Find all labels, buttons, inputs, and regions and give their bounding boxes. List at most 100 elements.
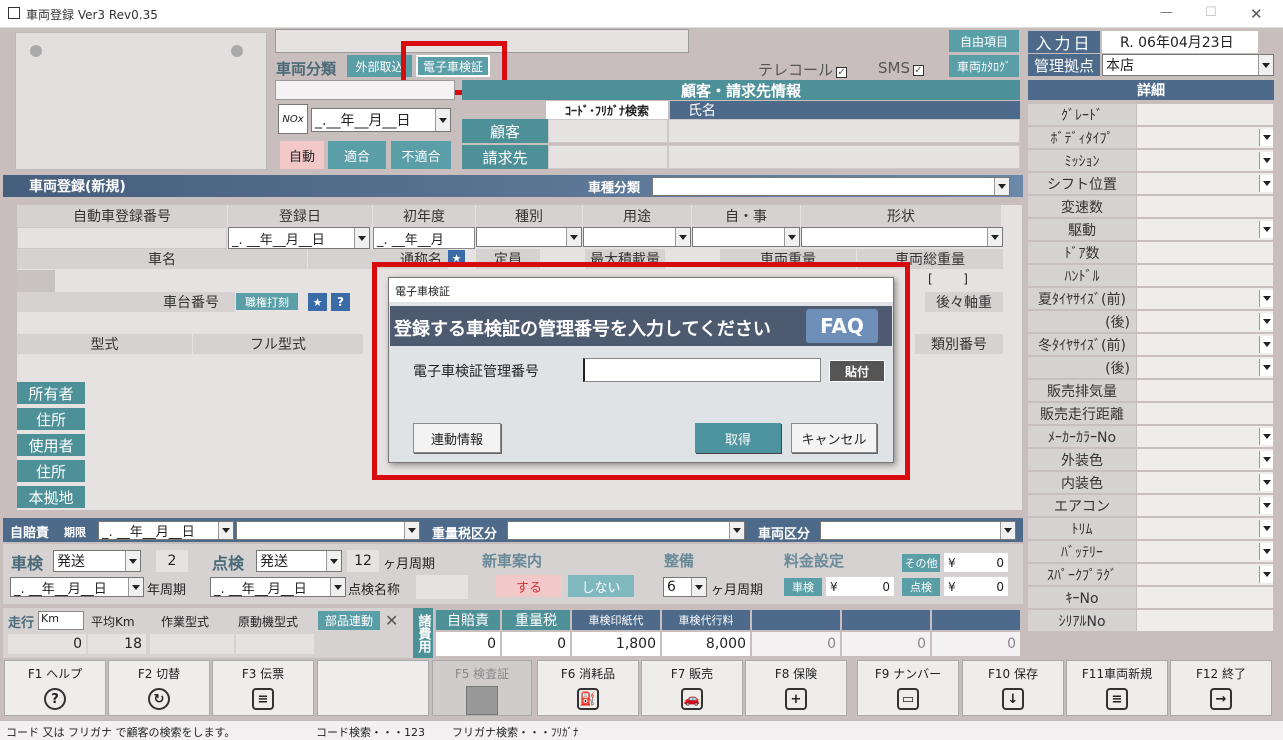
stamp-button[interactable]: 職権打刻 (236, 293, 298, 310)
detail-value[interactable] (1137, 380, 1273, 401)
fee-tenken-button[interactable]: 点検 (902, 578, 940, 596)
fkey-button[interactable]: F11車両新規 ≡ (1066, 660, 1168, 716)
minimize-icon[interactable]: — (1160, 5, 1173, 20)
detail-value[interactable] (1137, 265, 1273, 286)
close-icon[interactable]: ✕ (1250, 5, 1263, 23)
chevron-down-icon[interactable] (1259, 152, 1273, 169)
parts-close-icon[interactable]: ✕ (385, 611, 398, 630)
customer-name[interactable] (668, 119, 1020, 143)
fkey-button[interactable]: F9 ナンバー ▭ (857, 660, 959, 716)
chevron-down-icon[interactable] (1259, 474, 1273, 491)
maximize-icon[interactable]: ☐ (1205, 5, 1217, 20)
detail-value[interactable] (1137, 173, 1273, 194)
nofit-button[interactable]: 不適合 (391, 141, 451, 169)
fkey-button[interactable]: F7 販売 🚗 (641, 660, 743, 716)
cost-value[interactable]: 1,800 (572, 632, 660, 656)
fee-tenken-value[interactable]: ¥0 (944, 577, 1008, 596)
cost-value[interactable]: 0 (752, 632, 840, 656)
gross-weight-field[interactable]: [ ] (928, 272, 998, 288)
chevron-down-icon[interactable] (1259, 359, 1273, 376)
avg-value[interactable]: 18 (88, 634, 146, 654)
run-value[interactable]: 0 (8, 634, 86, 654)
detail-value[interactable] (1137, 495, 1273, 516)
help-icon[interactable]: ? (331, 293, 350, 311)
chevron-down-icon[interactable] (1259, 290, 1273, 307)
auto-button[interactable]: 自動 (280, 141, 324, 169)
detail-value[interactable] (1137, 357, 1273, 378)
cost-value[interactable]: 0 (842, 632, 930, 656)
chevron-down-icon[interactable] (1259, 497, 1273, 514)
billing-name[interactable] (668, 145, 1020, 169)
reg-date-select[interactable]: _. __年__月__日 (228, 227, 370, 249)
chevron-down-icon[interactable] (1259, 543, 1273, 560)
nox-date-select[interactable]: _.__年__月__日 (311, 108, 451, 132)
detail-value[interactable] (1137, 104, 1273, 125)
shaken-cycle[interactable]: 2 (156, 550, 188, 572)
shaken-date-select[interactable]: _. __年__月__日 (10, 577, 144, 597)
faq-button[interactable]: FAQ (806, 309, 878, 343)
chevron-down-icon[interactable] (1259, 428, 1273, 445)
fkey-button[interactable]: F10 保存 ↓ (962, 660, 1064, 716)
chevron-down-icon[interactable] (1259, 520, 1273, 537)
maint-select[interactable]: 6 (663, 577, 707, 597)
detail-value[interactable] (1137, 242, 1273, 263)
detail-value[interactable] (1137, 426, 1273, 447)
fkey-button[interactable]: F2 切替 ↻ (108, 660, 210, 716)
billing-code[interactable] (548, 145, 668, 169)
insurance-extra-select[interactable] (236, 521, 420, 540)
new-car-yes-button[interactable]: する (496, 575, 562, 597)
telecall-checkbox[interactable]: ✓ (836, 67, 848, 78)
chassis-star-icon[interactable]: ★ (308, 293, 327, 311)
get-button[interactable]: 取得 (695, 423, 781, 453)
first-year-field[interactable]: _. __年__月 (373, 227, 475, 249)
chevron-down-icon[interactable] (1259, 313, 1273, 330)
fkey-button[interactable]: F5 検査証 (432, 660, 532, 716)
car-name-code[interactable] (17, 270, 55, 292)
detail-value[interactable] (1137, 587, 1273, 608)
vehicle-photo[interactable] (15, 32, 267, 170)
detail-value[interactable] (1137, 449, 1273, 470)
fit-button[interactable]: 適合 (328, 141, 386, 169)
cost-value[interactable]: 8,000 (662, 632, 750, 656)
fee-other-button[interactable]: その他 (902, 554, 940, 572)
detail-value[interactable] (1137, 610, 1273, 631)
chevron-down-icon[interactable] (1259, 451, 1273, 468)
tenken-send-select[interactable]: 発送 (256, 550, 342, 572)
customer-code[interactable] (548, 119, 668, 143)
detail-value[interactable] (1137, 288, 1273, 309)
fee-shaken-value[interactable]: ¥0 (826, 577, 894, 596)
chevron-down-icon[interactable] (1259, 336, 1273, 353)
shaken-send-select[interactable]: 発送 (53, 550, 141, 572)
detail-value[interactable] (1137, 403, 1273, 424)
detail-value[interactable] (1137, 518, 1273, 539)
insurance-date-select[interactable]: _. __年__月__日 (98, 521, 234, 540)
detail-value[interactable] (1137, 472, 1273, 493)
detail-value[interactable] (1137, 150, 1273, 171)
fee-other-value[interactable]: ¥0 (944, 553, 1008, 572)
cancel-button[interactable]: キャンセル (791, 423, 877, 453)
cost-value[interactable]: 0 (502, 632, 570, 656)
detail-value[interactable] (1137, 564, 1273, 585)
check-name-field[interactable] (416, 575, 468, 599)
parts-link-button[interactable]: 部品連動 (318, 611, 380, 630)
vehicle-class-input[interactable] (275, 80, 455, 100)
sms-checkbox[interactable]: ✓ (913, 65, 924, 76)
detail-value[interactable] (1137, 541, 1273, 562)
self-select[interactable] (692, 227, 800, 247)
detail-value[interactable] (1137, 311, 1273, 332)
vehicle-type-class-select[interactable] (652, 177, 1010, 196)
nox-icon[interactable]: NOx (278, 104, 308, 134)
fkey-button[interactable]: F6 消耗品 ⛽ (537, 660, 639, 716)
input-date-value[interactable]: R. 06年04月23日 (1102, 31, 1258, 53)
shape-select[interactable] (801, 227, 1003, 247)
engine-model-value[interactable] (236, 634, 314, 654)
new-car-no-button[interactable]: しない (568, 575, 634, 597)
chevron-down-icon[interactable] (1259, 175, 1273, 192)
kind-select[interactable] (476, 227, 582, 247)
use-select[interactable] (583, 227, 691, 247)
cost-value[interactable]: 0 (436, 632, 500, 656)
detail-value[interactable] (1137, 196, 1273, 217)
cost-value[interactable]: 0 (932, 632, 1020, 656)
detail-value[interactable] (1137, 334, 1273, 355)
work-model-value[interactable] (150, 634, 234, 654)
